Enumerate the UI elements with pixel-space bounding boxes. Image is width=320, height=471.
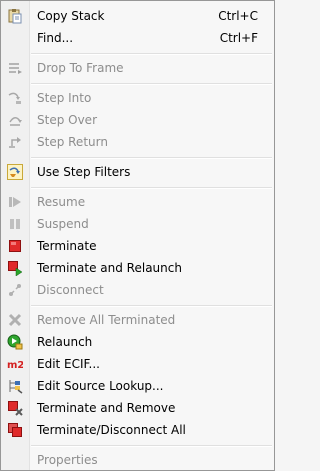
menu-item-shortcut: Ctrl+F [219,31,258,45]
terminate-all-icon [7,422,23,438]
menu-item-label: Terminate/Disconnect All [37,423,186,437]
menu-separator [31,53,272,55]
menu-item-use-step-filters[interactable]: Use Step Filters [1,161,274,183]
menu-item-label: Remove All Terminated [37,313,176,327]
menu-item-relaunch[interactable]: Relaunch [1,331,274,353]
menu-item-drop-to-frame[interactable]: Drop To Frame [1,57,274,79]
menu-item-label: Terminate and Remove [37,401,176,415]
menu-item-step-over[interactable]: Step Over [1,109,274,131]
menu-item-terminate[interactable]: Terminate [1,235,274,257]
menu-item-resume[interactable]: Resume [1,191,274,213]
menu-item-remove-all-terminated[interactable]: Remove All Terminated [1,309,274,331]
menu-item-label: Drop To Frame [37,61,124,75]
clipboard-icon [7,8,23,24]
menu-separator [31,83,272,85]
menu-separator [31,187,272,189]
menu-separator [31,157,272,159]
menu-item-label: Step Over [37,113,97,127]
menu-separator [31,445,272,447]
menu-item-terminate-disconnect-all[interactable]: Terminate/Disconnect All [1,419,274,441]
step-return-icon [7,134,23,150]
menu-item-label: Relaunch [37,335,93,349]
source-lookup-icon [7,378,23,394]
menu-item-label: Copy Stack [37,9,105,23]
menu-item-disconnect[interactable]: Disconnect [1,279,274,301]
drop-to-frame-icon [7,60,23,76]
relaunch-icon [7,334,23,350]
menu-item-label: Step Return [37,135,108,149]
menu-item-label: Edit ECIF... [37,357,100,371]
m2-icon: m2 [7,356,23,372]
menu-item-copy-stack[interactable]: Copy Stack Ctrl+C [1,5,274,27]
disconnect-icon [7,282,23,298]
remove-all-icon [7,312,23,328]
menu-item-step-into[interactable]: Step Into [1,87,274,109]
menu-item-label: Suspend [37,217,89,231]
terminate-relaunch-icon [7,260,23,276]
menu-item-properties[interactable]: Properties [1,449,274,471]
resume-icon [7,194,23,210]
menu-item-find[interactable]: Find... Ctrl+F [1,27,274,49]
menu-item-label: Terminate and Relaunch [37,261,182,275]
context-menu: Copy Stack Ctrl+C Find... Ctrl+F Drop To… [0,0,275,471]
menu-item-label: Step Into [37,91,92,105]
terminate-icon [7,238,23,254]
menu-item-label: Edit Source Lookup... [37,379,164,393]
menu-item-label: Terminate [37,239,97,253]
suspend-icon [7,216,23,232]
menu-item-shortcut: Ctrl+C [218,9,258,23]
m2-icon-text: m2 [7,360,23,371]
menu-item-terminate-and-remove[interactable]: Terminate and Remove [1,397,274,419]
menu-item-label: Find... [37,31,74,45]
menu-item-terminate-and-relaunch[interactable]: Terminate and Relaunch [1,257,274,279]
step-into-icon [7,90,23,106]
menu-item-label: Use Step Filters [37,165,131,179]
menu-item-label: Disconnect [37,283,104,297]
menu-item-label: Properties [37,453,98,467]
menu-item-label: Resume [37,195,86,209]
menu-separator [31,305,272,307]
menu-item-step-return[interactable]: Step Return [1,131,274,153]
step-filters-icon [7,164,23,180]
menu-item-suspend[interactable]: Suspend [1,213,274,235]
menu-item-edit-ecif[interactable]: m2 Edit ECIF... [1,353,274,375]
menu-item-edit-source-lookup[interactable]: Edit Source Lookup... [1,375,274,397]
terminate-remove-icon [7,400,23,416]
step-over-icon [7,112,23,128]
